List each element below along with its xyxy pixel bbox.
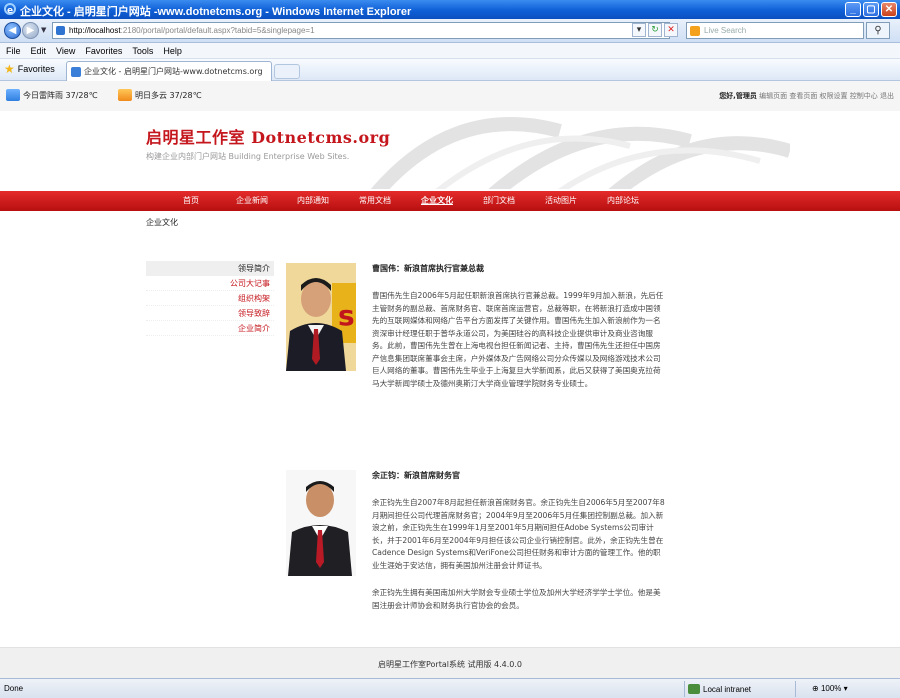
leader-photo: s <box>286 263 356 371</box>
ie-logo-icon: e <box>4 3 16 16</box>
page-content: 今日雷阵雨 37/28℃ 明日多云 37/28℃ 您好,管理员 编辑页面 查看页… <box>0 81 900 678</box>
weather-today-text: 今日雷阵雨 37/28℃ <box>23 90 98 100</box>
nav-item[interactable]: 内部通知 <box>282 191 344 211</box>
footer-text: 启明星工作室Portal系统 试用版 4.4.0.0 <box>377 660 523 669</box>
tab-title: 企业文化 - 启明星门户网站-www.dotnetcms.org <box>84 67 263 76</box>
leader-bio: 余正钧先生自2007年8月起担任新浪首席财务官。余正钧先生自2006年5月至20… <box>372 498 665 570</box>
minimize-button[interactable]: _ <box>845 2 861 17</box>
site-subtitle: 构建企业内部门户网站 Building Enterprise Web Sites… <box>146 152 350 161</box>
page-icon <box>56 26 65 35</box>
weather-today: 今日雷阵雨 37/28℃ <box>6 89 98 101</box>
leader-card: 余正钧：新浪首席财务官 余正钧先生自2007年8月起担任新浪首席财务官。余正钧先… <box>286 470 886 630</box>
breadcrumb: 企业文化 <box>146 218 178 227</box>
header-decoration <box>370 117 790 189</box>
left-menu-item[interactable]: 企业简介 <box>146 321 274 336</box>
site-header: 启明星工作室 Dotnetcms.org 构建企业内部门户网站 Building… <box>0 111 900 189</box>
refresh-icon[interactable]: ↻ <box>648 23 662 37</box>
status-bar: Done Local intranet ⊕ 100% ▾ <box>0 678 900 698</box>
search-placeholder: Live Search <box>704 26 747 35</box>
nav-item[interactable]: 部门文档 <box>468 191 530 211</box>
user-greeting: 您好,管理员 <box>719 92 757 100</box>
weather-tomorrow-text: 明日多云 37/28℃ <box>135 90 202 100</box>
favorites-button[interactable]: ★ Favorites <box>4 63 55 75</box>
nav-item[interactable]: 活动图片 <box>530 191 592 211</box>
status-text: Done <box>4 684 24 693</box>
forward-button[interactable]: ▶ <box>22 22 39 39</box>
close-button[interactable]: ✕ <box>881 2 897 17</box>
svg-text:e: e <box>7 6 13 15</box>
site-title[interactable]: 启明星工作室 Dotnetcms.org <box>146 124 390 148</box>
page-footer: 启明星工作室Portal系统 试用版 4.4.0.0 <box>0 647 900 678</box>
nav-item[interactable]: 常用文档 <box>344 191 406 211</box>
back-button[interactable]: ◀ <box>4 22 21 39</box>
left-menu-item[interactable]: 公司大记事 <box>146 276 274 291</box>
maximize-button[interactable]: ▢ <box>863 2 879 17</box>
security-zone[interactable]: Local intranet <box>688 684 751 694</box>
menu-bar: File Edit View Favorites Tools Help <box>0 43 900 59</box>
zoom-control[interactable]: ⊕ 100% ▾ <box>812 684 848 693</box>
zone-label: Local intranet <box>703 684 752 694</box>
history-dropdown-icon[interactable]: ▼ <box>41 26 46 34</box>
tab-favicon-icon <box>71 66 81 77</box>
address-input[interactable]: http://localhost:2180/portal/portal/defa… <box>52 22 670 39</box>
left-menu: 领导简介 公司大记事 组织构架 领导致辞 企业简介 <box>146 261 274 336</box>
leader-photo <box>286 470 356 576</box>
left-menu-item[interactable]: 领导简介 <box>146 261 274 276</box>
menu-file[interactable]: File <box>6 46 21 56</box>
menu-edit[interactable]: Edit <box>31 46 47 56</box>
zoom-label: 100% <box>820 684 842 693</box>
window-title: 企业文化 - 启明星门户网站 -www.dotnetcms.org - Wind… <box>20 6 412 18</box>
leader-bio: 曹国伟先生自2006年5月起任职新浪首席执行官兼总裁。1999年9月加入新浪，先… <box>372 291 664 388</box>
url-path: :2180/portal/portal/default.aspx?tabid=5… <box>120 26 315 35</box>
main-nav: 首页 企业新闻 内部通知 常用文档 企业文化 部门文档 活动图片 内部论坛 <box>0 191 900 211</box>
nav-item[interactable]: 内部论坛 <box>592 191 654 211</box>
nav-item[interactable]: 企业新闻 <box>222 191 282 211</box>
search-icon[interactable]: ⚲ <box>866 22 890 39</box>
user-bar: 您好,管理员 编辑页面 查看页面 权限设置 控制中心 退出 <box>719 91 894 101</box>
svg-text:s: s <box>338 299 355 332</box>
cloudy-icon <box>118 89 132 101</box>
tab-current[interactable]: 企业文化 - 启明星门户网站-www.dotnetcms.org <box>66 61 272 81</box>
leader-bio-extra: 余正钧先生拥有美国南加州大学财会专业硕士学位及加州大学经济学学士学位。他是美国注… <box>372 588 661 610</box>
intranet-zone-icon <box>688 684 700 694</box>
window-titlebar: e 企业文化 - 启明星门户网站 -www.dotnetcms.org - Wi… <box>0 0 900 19</box>
menu-tools[interactable]: Tools <box>132 46 153 56</box>
admin-links[interactable]: 编辑页面 查看页面 权限设置 控制中心 退出 <box>759 92 894 100</box>
left-menu-item[interactable]: 领导致辞 <box>146 306 274 321</box>
url-host: http://localhost <box>69 26 121 35</box>
search-input[interactable]: Live Search <box>686 22 864 39</box>
weather-tomorrow: 明日多云 37/28℃ <box>118 89 202 101</box>
thunderstorm-icon <box>6 89 20 101</box>
stop-icon[interactable]: ✕ <box>664 23 678 37</box>
left-menu-item[interactable]: 组织构架 <box>146 291 274 306</box>
leader-name: 余正钧：新浪首席财务官 <box>372 471 460 480</box>
favorites-bar: ★ Favorites 企业文化 - 启明星门户网站-www.dotnetcms… <box>0 59 900 81</box>
nav-item[interactable]: 首页 <box>160 191 222 211</box>
favorites-label: Favorites <box>17 64 55 74</box>
nav-item[interactable]: 企业文化 <box>406 191 468 211</box>
leader-card: s 曹国伟：新浪首席执行官兼总裁 曹国伟先生自2006年5月起任职新浪首席执行官… <box>286 263 886 423</box>
menu-view[interactable]: View <box>56 46 75 56</box>
new-tab-button[interactable] <box>274 64 300 79</box>
address-toolbar: ◀ ▶ ▼ http://localhost:2180/portal/porta… <box>0 19 900 43</box>
url-dropdown-icon[interactable]: ▾ <box>632 23 646 37</box>
weather-strip: 今日雷阵雨 37/28℃ 明日多云 37/28℃ 您好,管理员 编辑页面 查看页… <box>0 81 900 111</box>
menu-favorites[interactable]: Favorites <box>85 46 122 56</box>
leader-name: 曹国伟：新浪首席执行官兼总裁 <box>372 264 484 273</box>
star-icon: ★ <box>4 62 15 76</box>
live-search-logo-icon <box>690 26 700 36</box>
menu-help[interactable]: Help <box>163 46 182 56</box>
